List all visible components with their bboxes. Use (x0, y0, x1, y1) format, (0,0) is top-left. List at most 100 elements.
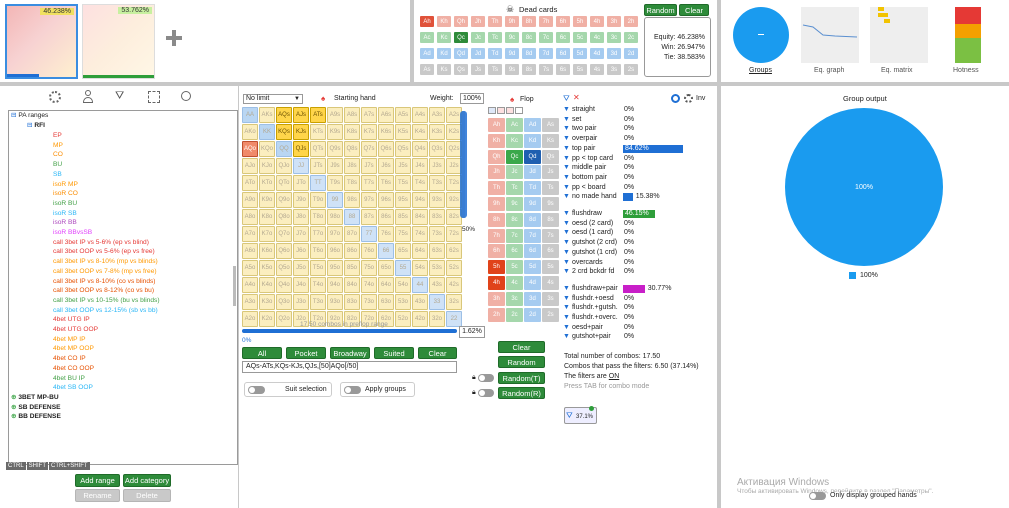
filter-pp-board[interactable]: ▼ pp < board (563, 184, 606, 191)
hand-cell[interactable]: K9o (259, 192, 275, 208)
flop-card-3s[interactable]: 3s (542, 291, 559, 306)
dead-card-4d[interactable]: 4d (590, 48, 604, 59)
hand-cell[interactable]: 86s (378, 209, 394, 225)
hand-cell[interactable]: 87o (344, 226, 360, 242)
dead-card-2h[interactable]: 2h (624, 16, 638, 27)
dead-card-8d[interactable]: 8d (522, 48, 536, 59)
hand-cell[interactable]: Q8s (344, 141, 360, 157)
user-icon[interactable] (83, 90, 93, 103)
dead-card-Jh[interactable]: Jh (471, 16, 485, 27)
filter-flushdr-oesd[interactable]: ▼ flushdr.+oesd (563, 295, 614, 302)
hand-cell[interactable]: A5s (395, 107, 411, 123)
tree-rfi[interactable]: ⊟ RFI (27, 122, 45, 130)
hand-cell[interactable]: 42s (446, 277, 462, 293)
tree-item[interactable]: call 3bet IP vs 5-6% (ep vs blind) (53, 239, 149, 247)
tree-item[interactable]: call 3bet OOP vs 8-12% (co vs bu) (53, 287, 154, 295)
hand-cell[interactable]: 96s (378, 192, 394, 208)
hand-cell[interactable]: Q8o (276, 209, 292, 225)
hand-cell[interactable]: 75s (395, 226, 411, 242)
hand-cell[interactable]: A4s (412, 107, 428, 123)
hand-cell[interactable]: 73s (429, 226, 445, 242)
hand-cell[interactable]: 95s (395, 192, 411, 208)
filter-flushdr-overc-[interactable]: ▼ flushdr.+overc. (563, 314, 618, 321)
hand-cell[interactable]: K7o (259, 226, 275, 242)
tree-item[interactable]: isoR BU (53, 200, 77, 208)
hand-cell[interactable]: 66 (378, 243, 394, 259)
filter-no-made-hand[interactable]: ▼ no made hand (563, 193, 617, 200)
flop-card-7s[interactable]: 7s (542, 228, 559, 243)
gear-icon[interactable] (49, 91, 61, 103)
hand-cell[interactable]: 32o (429, 311, 445, 327)
hand-cell[interactable]: J4o (293, 277, 309, 293)
filter-oesd-1-card-[interactable]: ▼ oesd (1 card) (563, 229, 613, 236)
hand-cell[interactable]: 22 (446, 311, 462, 327)
hand-cell[interactable]: A3s (429, 107, 445, 123)
dead-card-7d[interactable]: 7d (539, 48, 553, 59)
filter-funnel-icon[interactable]: ▼ (563, 295, 570, 302)
scan-icon[interactable] (148, 91, 160, 103)
hand-cell[interactable]: KTs (310, 124, 326, 140)
flop-card-Js[interactable]: Js (542, 165, 559, 180)
clear-button[interactable]: Clear (679, 4, 709, 16)
hand-cell[interactable]: KJo (259, 158, 275, 174)
dead-card-Ts[interactable]: Ts (488, 64, 502, 75)
filter-funnel-icon[interactable]: ▼ (563, 210, 570, 217)
hand-cell[interactable]: A6s (378, 107, 394, 123)
tab-eq-graph[interactable]: Eq. graph (814, 67, 844, 74)
filter-oesd-pair[interactable]: ▼ oesd+pair (563, 324, 603, 331)
range-button-suited[interactable]: Suited (374, 347, 414, 359)
hand-cell[interactable]: AQo (242, 141, 258, 157)
tree-item[interactable]: 4bet UTG OOP (53, 326, 98, 334)
filter-gutshot-1-crd-[interactable]: ▼ gutshot (1 crd) (563, 249, 617, 256)
tree-item[interactable]: isoR BBvsSB (53, 229, 92, 237)
filter-oesd-2-card-[interactable]: ▼ oesd (2 card) (563, 220, 613, 227)
tree-item[interactable]: isoR BB (53, 219, 77, 227)
hand-cell[interactable]: 54s (412, 260, 428, 276)
hand-cell[interactable]: 52o (395, 311, 411, 327)
dead-card-Qs[interactable]: Qs (454, 64, 468, 75)
flop-card-Qc[interactable]: Qc (506, 149, 523, 164)
flop-card-4s[interactable]: 4s (542, 276, 559, 290)
dead-card-Kd[interactable]: Kd (437, 48, 451, 59)
hand-cell[interactable]: T7s (361, 175, 377, 191)
tree-item[interactable]: isoR SB (53, 210, 77, 218)
hand-cell[interactable]: T5o (310, 260, 326, 276)
hand-cell[interactable]: J4s (412, 158, 428, 174)
hand-cell[interactable]: 85s (395, 209, 411, 225)
hand-cell[interactable]: A4o (242, 277, 258, 293)
random-button[interactable]: Random (644, 4, 677, 16)
hand-cell[interactable]: 95o (327, 260, 343, 276)
dead-card-9h[interactable]: 9h (505, 16, 519, 27)
filter-icon[interactable]: ⛛ (563, 94, 570, 104)
dead-card-7h[interactable]: 7h (539, 16, 553, 27)
hand-cell[interactable]: 73o (361, 294, 377, 310)
dead-card-9c[interactable]: 9c (505, 32, 519, 43)
hand-cell[interactable]: T8o (310, 209, 326, 225)
filter-funnel-icon[interactable]: ▼ (563, 125, 570, 132)
filter-funnel-icon[interactable]: ▼ (563, 285, 570, 292)
hand-cell[interactable]: K8o (259, 209, 275, 225)
hand-cell[interactable]: T6o (310, 243, 326, 259)
flop-card-9d[interactable]: 9d (524, 197, 541, 211)
hand-cell[interactable]: 43o (412, 294, 428, 310)
refresh-icon[interactable] (671, 94, 680, 103)
hand-cell[interactable]: 63o (378, 294, 394, 310)
flop-card-8s[interactable]: 8s (542, 212, 559, 227)
flop-clear-button[interactable]: Clear (498, 341, 545, 353)
hand-cell[interactable]: AA (242, 107, 258, 123)
hand-cell[interactable]: 86o (344, 243, 360, 259)
hand-cell[interactable]: 63s (429, 243, 445, 259)
flop-random-button[interactable]: Random (498, 356, 545, 368)
flop-card-2c[interactable]: 2c (506, 307, 523, 322)
random-t-button[interactable]: Random(T) (498, 372, 545, 384)
hand-cell[interactable]: AJs (293, 107, 309, 123)
hand-cell[interactable]: Q9o (276, 192, 292, 208)
tree-group[interactable]: ⊕ SB DEFENSE (11, 404, 61, 412)
hand-cell[interactable]: K5s (395, 124, 411, 140)
dead-card-4s[interactable]: 4s (590, 64, 604, 75)
dead-card-2s[interactable]: 2s (624, 64, 638, 75)
filter-funnel-icon[interactable]: ▼ (563, 239, 570, 246)
hand-cell[interactable]: 85o (344, 260, 360, 276)
flop-card-Ts[interactable]: Ts (542, 181, 559, 196)
flop-card-5h[interactable]: 5h (488, 260, 505, 275)
